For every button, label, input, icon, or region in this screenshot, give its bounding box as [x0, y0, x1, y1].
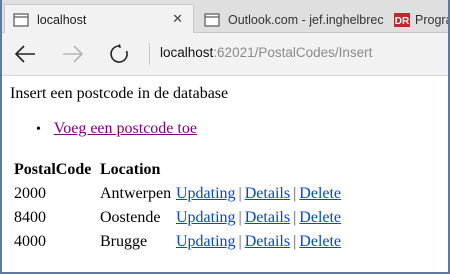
arrow-right-icon — [63, 45, 84, 63]
actions-cell: Updating | Details | Delete — [176, 182, 345, 206]
postal-code-cell: 4000 — [14, 233, 46, 250]
brand-icon: DR — [394, 12, 410, 27]
address-path: :62021/PostalCodes/Insert — [213, 45, 373, 60]
separator: | — [238, 185, 242, 202]
refresh-button[interactable] — [106, 41, 132, 67]
location-cell: Oostende — [100, 209, 161, 226]
forward-button[interactable] — [60, 41, 86, 67]
updating-link[interactable]: Updating — [176, 209, 236, 226]
tab-title: localhost — [37, 12, 87, 27]
separator: | — [238, 233, 242, 250]
table-header-row: PostalCode Location — [14, 159, 345, 182]
bullet-icon: • — [36, 122, 41, 137]
page-icon — [13, 12, 29, 27]
separator: | — [293, 185, 297, 202]
svg-text:DR: DR — [395, 16, 410, 27]
postal-code-cell: 8400 — [14, 209, 46, 226]
location-cell: Brugge — [100, 233, 148, 250]
table-row: 4000 Brugge Updating | Details | Delete — [14, 230, 345, 254]
add-postcode-link[interactable]: Voeg een postcode toe — [54, 120, 197, 137]
arrow-left-icon — [14, 45, 35, 63]
location-cell: Antwerpen — [100, 185, 172, 202]
navigation-bar: localhost:62021/PostalCodes/Insert — [2, 33, 448, 76]
updating-link[interactable]: Updating — [176, 185, 236, 202]
table-row: 8400 Oostende Updating | Details | Delete — [14, 206, 345, 230]
separator: | — [293, 233, 297, 250]
close-icon[interactable]: ✕ — [172, 11, 183, 27]
details-link[interactable]: Details — [245, 233, 290, 250]
tab-title: Progra — [415, 12, 448, 27]
tab-localhost[interactable]: localhost ✕ — [4, 4, 194, 34]
address-divider — [149, 43, 150, 65]
list-item: • Voeg een postcode toe — [36, 120, 197, 138]
tab-strip: localhost ✕ Outlook.com - jef.inghelbrec… — [2, 0, 448, 34]
table-row: 2000 Antwerpen Updating | Details | Delete — [14, 182, 345, 206]
back-button[interactable] — [12, 41, 38, 67]
updating-link[interactable]: Updating — [176, 233, 236, 250]
tab-program[interactable]: DR Progra — [388, 6, 448, 33]
column-header-postalcode: PostalCode — [14, 161, 92, 178]
postal-code-cell: 2000 — [14, 185, 46, 202]
action-list: • Voeg een postcode toe — [36, 120, 197, 138]
tab-title: Outlook.com - jef.inghelbrec — [228, 12, 384, 27]
actions-cell: Updating | Details | Delete — [176, 206, 345, 230]
outlook-icon — [204, 12, 220, 27]
refresh-icon — [110, 44, 128, 63]
delete-link[interactable]: Delete — [299, 185, 341, 202]
details-link[interactable]: Details — [245, 185, 290, 202]
delete-link[interactable]: Delete — [299, 209, 341, 226]
column-header-location: Location — [100, 161, 161, 178]
address-bar[interactable]: localhost:62021/PostalCodes/Insert — [160, 45, 372, 60]
postal-codes-table: PostalCode Location 2000 Antwerpen Updat… — [14, 159, 345, 254]
separator: | — [238, 209, 242, 226]
details-link[interactable]: Details — [245, 209, 290, 226]
page-heading: Insert een postcode in de database — [10, 85, 229, 102]
separator: | — [293, 209, 297, 226]
actions-cell: Updating | Details | Delete — [176, 230, 345, 254]
page-content: Insert een postcode in de database • Voe… — [2, 77, 448, 272]
address-host: localhost — [160, 45, 214, 60]
delete-link[interactable]: Delete — [299, 233, 341, 250]
tab-outlook[interactable]: Outlook.com - jef.inghelbrec — [196, 6, 386, 33]
